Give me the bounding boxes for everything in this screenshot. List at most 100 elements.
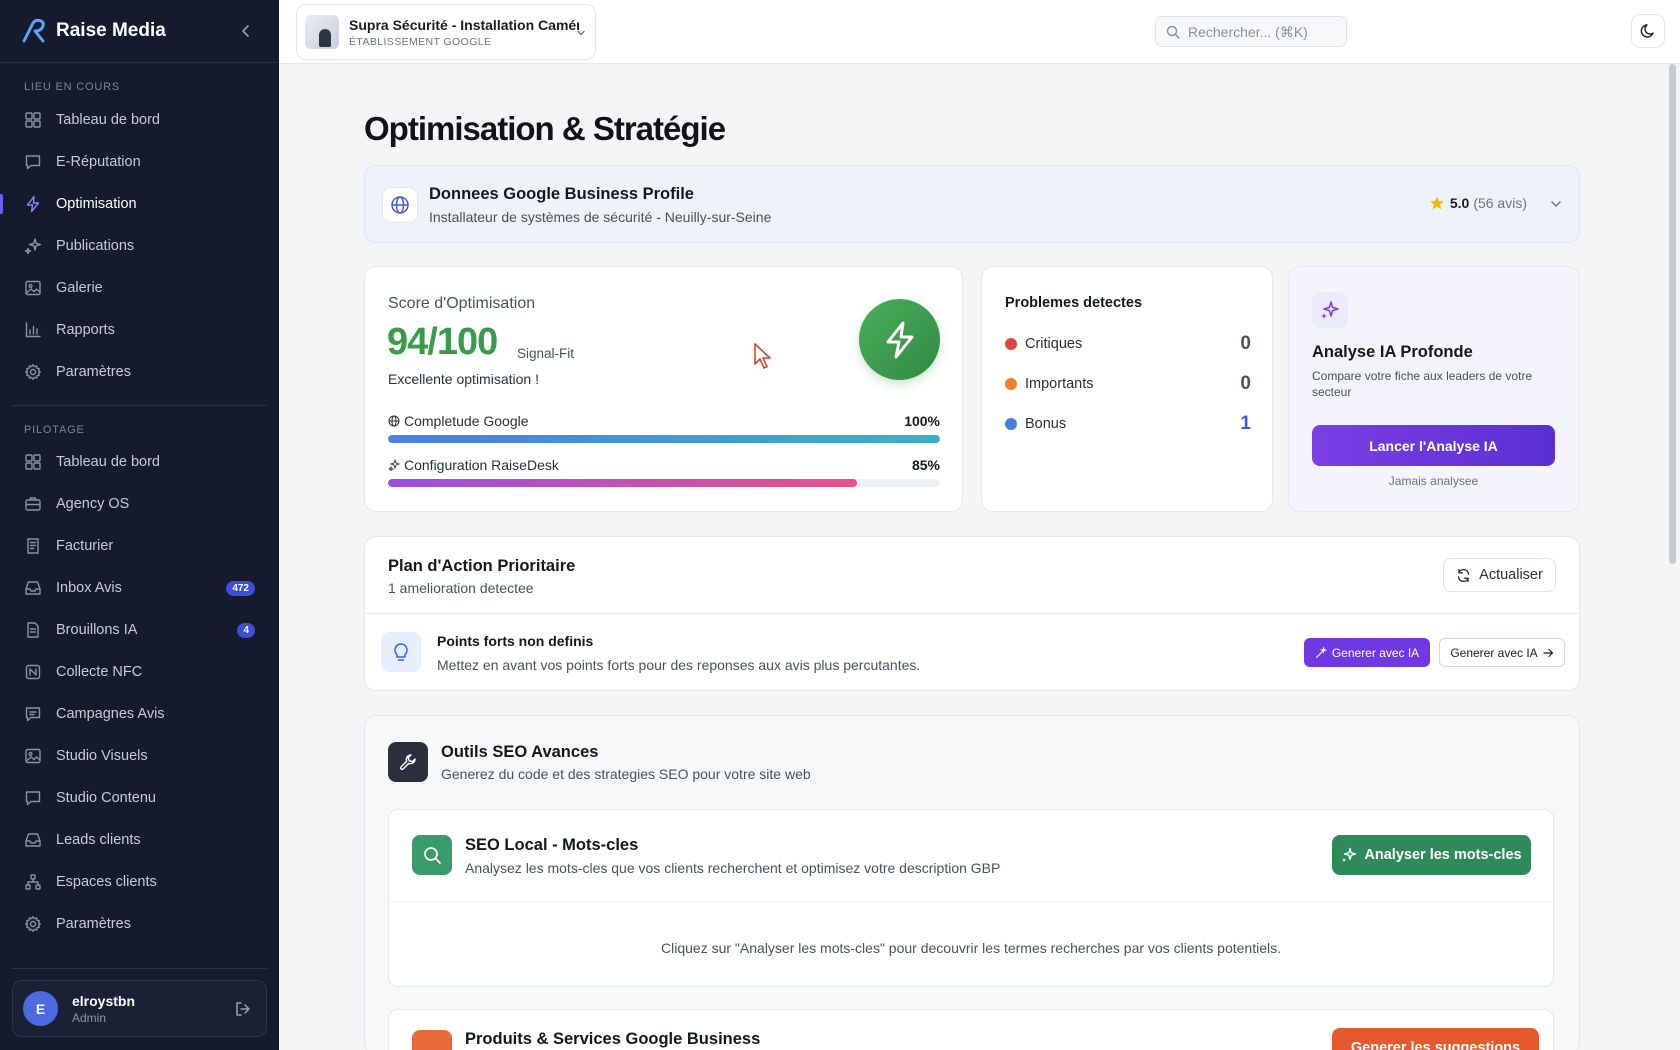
action-plan-card: Plan d'Action Prioritaire 1 amelioration… (364, 536, 1580, 691)
sidebar-item-optimisation[interactable]: Optimisation (0, 186, 267, 222)
refresh-button[interactable]: Actualiser (1443, 558, 1556, 592)
score-message: Excellente optimisation ! (388, 371, 539, 387)
action-plan-subtitle: 1 amelioration detectee (388, 580, 534, 596)
active-indicator (0, 194, 3, 214)
generate-ai-button[interactable]: Generer avec IA (1304, 638, 1430, 667)
sidebar-item-tableau-de-bord[interactable]: Tableau de bord (12, 444, 267, 480)
sidebar-item-label: Paramètres (56, 364, 131, 380)
gear-icon (25, 364, 41, 380)
sidebar-item-label: Studio Visuels (56, 748, 148, 764)
sidebar-item-publications[interactable]: Publications (12, 228, 267, 264)
analyze-keywords-button[interactable]: Analyser les mots-cles (1332, 835, 1531, 875)
issue-count: 0 (1240, 333, 1251, 354)
seo-tools-subtitle: Generez du code et des strategies SEO po… (441, 766, 811, 782)
action-item-description: Mettez en avant vos points forts pour de… (437, 657, 921, 673)
location-thumbnail (305, 15, 339, 49)
search-icon (1166, 25, 1180, 39)
sidebar-item-param-tres[interactable]: Paramètres (12, 354, 267, 390)
issue-count: 0 (1240, 373, 1251, 394)
progress-fill (388, 479, 858, 487)
generate-ai-label: Generer avec IA (1331, 645, 1420, 660)
search-input[interactable] (1188, 23, 1338, 40)
progress-track (388, 479, 940, 487)
raise-media-logo (22, 18, 45, 43)
network-icon (25, 874, 41, 890)
sidebar-item-param-tres[interactable]: Paramètres (12, 906, 267, 942)
moon-icon (1640, 24, 1654, 38)
progress-percent: 100% (904, 413, 940, 429)
sidebar-item-agency-os[interactable]: Agency OS (12, 486, 267, 522)
mouse-cursor-icon (754, 343, 771, 369)
sidebar-item-galerie[interactable]: Galerie (12, 270, 267, 306)
sidebar-item-label: Rapports (56, 322, 115, 338)
wrench-icon (388, 742, 428, 782)
sidebar-item-studio-visuels[interactable]: Studio Visuels (12, 738, 267, 774)
sidebar-item-e-r-putation[interactable]: E-Réputation (12, 144, 267, 180)
keywords-title: SEO Local - Mots-cles (465, 836, 639, 854)
sidebar-item-label: Leads clients (56, 832, 141, 848)
progress-label: Completude Google (404, 413, 529, 429)
user-card[interactable]: E elroystbn Admin (12, 980, 267, 1037)
sidebar-item-tableau-de-bord[interactable]: Tableau de bord (12, 102, 267, 138)
sidebar-item-espaces-clients[interactable]: Espaces clients (12, 864, 267, 900)
logout-icon[interactable] (234, 1000, 252, 1018)
status-dot (1005, 378, 1017, 390)
sparkles-icon (24, 238, 42, 255)
generate-ai-secondary-button[interactable]: Generer avec IA (1439, 638, 1565, 667)
ai-analysis-title: Analyse IA Profonde (1312, 343, 1473, 361)
theme-toggle-button[interactable] (1631, 14, 1665, 48)
gbp-category: Installateur de systèmes de sécurité - N… (429, 209, 772, 225)
bolt-icon (26, 195, 40, 213)
generate-ai-label: Generer avec IA (1450, 645, 1538, 660)
launch-ai-analysis-button[interactable]: Lancer l'Analyse IA (1312, 425, 1555, 466)
image-icon (25, 748, 41, 764)
ai-analysis-card: Analyse IA Profonde Compare votre fiche … (1288, 266, 1580, 512)
optimization-score-card: Score d'Optimisation 94/100 Signal-Fit E… (364, 266, 963, 512)
ai-analysis-description: Compare votre fiche aux leaders de votre… (1312, 369, 1533, 399)
sidebar-item-brouillons-ia[interactable]: Brouillons IA 4 (12, 612, 267, 648)
sidebar-item-campagnes-avis[interactable]: Campagnes Avis (12, 696, 267, 732)
main-scrollbar[interactable] (1669, 64, 1676, 564)
issue-row-bonus: Bonus 1 (1005, 413, 1251, 435)
sidebar-divider (12, 968, 267, 969)
seo-tools-title: Outils SEO Avances (441, 743, 599, 761)
collapse-sidebar-button[interactable] (236, 20, 256, 42)
dashboard-icon (25, 112, 41, 128)
sidebar-item-leads-clients[interactable]: Leads clients (12, 822, 267, 858)
keywords-empty-state: Cliquez sur "Analyser les mots-cles" pou… (661, 940, 1281, 956)
progress-fill (388, 435, 940, 443)
document-icon (27, 622, 39, 638)
location-name: Supra Sécurité - Installation Caméra, Al… (349, 16, 579, 33)
generate-suggestions-button[interactable]: Generer les suggestions (1332, 1028, 1539, 1050)
sidebar-item-label: Inbox Avis (56, 580, 122, 596)
search-box[interactable] (1155, 16, 1347, 47)
issue-label: Critiques (1025, 336, 1083, 352)
sidebar-item-label: Brouillons IA (56, 622, 138, 638)
chevron-down-icon[interactable] (1549, 197, 1563, 211)
sidebar-item-label: Agency OS (56, 496, 130, 512)
sidebar-item-label: Studio Contenu (56, 790, 156, 806)
chevron-down-icon (577, 30, 585, 36)
chat-icon (25, 155, 41, 170)
status-dot (1005, 418, 1017, 430)
campaign-icon (25, 707, 41, 722)
gear-icon (25, 916, 41, 932)
sidebar-item-inbox-avis[interactable]: Inbox Avis 472 (12, 570, 267, 606)
last-analysis-status: Jamais analysee (1388, 474, 1479, 488)
globe-icon (382, 187, 418, 223)
score-tag: Signal-Fit (517, 346, 575, 361)
sidebar-item-collecte-nfc[interactable]: Collecte NFC (12, 654, 267, 690)
sidebar-item-facturier[interactable]: Facturier (12, 528, 267, 564)
count-badge: 472 (226, 580, 255, 596)
arrow-right-icon (1543, 648, 1553, 657)
location-selector[interactable]: Supra Sécurité - Installation Caméra, Al… (296, 4, 596, 60)
action-item-title: Points forts non definis (437, 633, 594, 649)
gbp-rating: 5.0 (56 avis) (1429, 195, 1527, 211)
sidebar-item-studio-contenu[interactable]: Studio Contenu (12, 780, 267, 816)
gbp-summary-card[interactable]: Donnees Google Business Profile Installa… (364, 165, 1580, 243)
sparkles-icon (388, 459, 400, 471)
progress-label: Configuration RaiseDesk (404, 457, 559, 473)
sidebar-item-rapports[interactable]: Rapports (12, 312, 267, 348)
issues-card: Problemes detectes Critiques 0 Important… (981, 266, 1273, 512)
issue-count: 1 (1240, 413, 1251, 434)
